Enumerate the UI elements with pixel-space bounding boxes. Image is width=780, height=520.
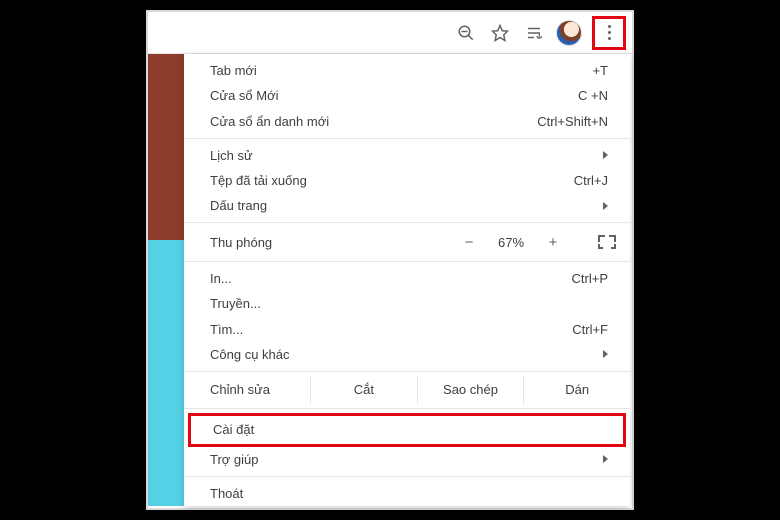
menu-shortcut: Ctrl+P <box>572 271 608 286</box>
menu-separator <box>184 222 630 223</box>
menu-shortcut: Ctrl+J <box>574 173 608 188</box>
profile-avatar[interactable] <box>556 20 582 46</box>
menu-label: Thoát <box>210 486 608 501</box>
menu-item-history[interactable]: Lịch sử <box>184 143 630 168</box>
menu-item-bookmarks[interactable]: Dấu trang <box>184 193 630 218</box>
menu-item-zoom: Thu phóng − 67% + <box>184 227 630 257</box>
menu-label: Truyền... <box>210 296 608 311</box>
menu-separator <box>184 408 630 409</box>
menu-separator <box>184 138 630 139</box>
menu-label: Chỉnh sửa <box>210 382 310 397</box>
menu-label: Cửa sổ Mới <box>210 88 578 103</box>
menu-label: Tab mới <box>210 63 592 78</box>
kebab-menu-button[interactable] <box>592 16 626 50</box>
edit-paste-button[interactable]: Dán <box>523 376 630 404</box>
zoom-out-icon[interactable] <box>454 21 478 45</box>
menu-label: Tìm... <box>210 322 572 337</box>
menu-item-exit[interactable]: Thoát <box>184 481 630 506</box>
menu-shortcut: C +N <box>578 88 608 103</box>
menu-item-new-tab[interactable]: Tab mới +T <box>184 58 630 83</box>
menu-shortcut: +T <box>592 63 608 78</box>
browser-toolbar <box>148 12 632 54</box>
menu-label: Trợ giúp <box>210 452 603 467</box>
menu-item-new-window[interactable]: Cửa sổ Mới C +N <box>184 83 630 108</box>
menu-separator <box>184 261 630 262</box>
zoom-value: 67% <box>494 235 528 250</box>
chrome-main-menu: Tab mới +T Cửa sổ Mới C +N Cửa sổ ẩn dan… <box>184 54 630 506</box>
chevron-right-icon <box>603 455 608 463</box>
menu-item-downloads[interactable]: Tệp đã tải xuống Ctrl+J <box>184 168 630 193</box>
menu-label: Lịch sử <box>210 148 603 163</box>
zoom-in-button[interactable]: + <box>546 234 560 251</box>
menu-label: Tệp đã tải xuống <box>210 173 574 188</box>
menu-separator <box>184 371 630 372</box>
edit-copy-button[interactable]: Sao chép <box>417 376 524 404</box>
star-icon[interactable] <box>488 21 512 45</box>
kebab-icon <box>608 24 611 42</box>
edit-cut-button[interactable]: Cắt <box>310 376 417 404</box>
media-queue-icon[interactable] <box>522 21 546 45</box>
zoom-out-button[interactable]: − <box>462 234 476 251</box>
chevron-right-icon <box>603 151 608 159</box>
menu-item-print[interactable]: In... Ctrl+P <box>184 266 630 291</box>
menu-item-help[interactable]: Trợ giúp <box>184 447 630 472</box>
annotation-highlight-settings: Cài đặt <box>188 413 626 447</box>
menu-item-more-tools[interactable]: Công cụ khác <box>184 342 630 367</box>
menu-label: Cài đặt <box>213 422 601 437</box>
menu-label: Dấu trang <box>210 198 603 213</box>
chevron-right-icon <box>603 350 608 358</box>
menu-shortcut: Ctrl+F <box>572 322 608 337</box>
window: 1 Tab mới +T Cửa sổ Mới C +N Cửa sổ ẩn d… <box>146 10 634 510</box>
menu-label: Thu phóng <box>210 235 462 250</box>
background-strip <box>148 54 184 240</box>
menu-separator <box>184 476 630 477</box>
menu-item-find[interactable]: Tìm... Ctrl+F <box>184 316 630 341</box>
fullscreen-icon[interactable] <box>598 235 616 249</box>
menu-item-edit: Chỉnh sửa Cắt Sao chép Dán <box>184 376 630 404</box>
menu-item-settings[interactable]: Cài đặt <box>191 416 623 444</box>
menu-shortcut: Ctrl+Shift+N <box>537 114 608 129</box>
menu-item-incognito[interactable]: Cửa sổ ẩn danh mới Ctrl+Shift+N <box>184 109 630 134</box>
menu-item-cast[interactable]: Truyền... <box>184 291 630 316</box>
menu-label: Công cụ khác <box>210 347 603 362</box>
background-strip <box>148 240 184 506</box>
menu-label: Cửa sổ ẩn danh mới <box>210 114 537 129</box>
chevron-right-icon <box>603 202 608 210</box>
menu-label: In... <box>210 271 572 286</box>
